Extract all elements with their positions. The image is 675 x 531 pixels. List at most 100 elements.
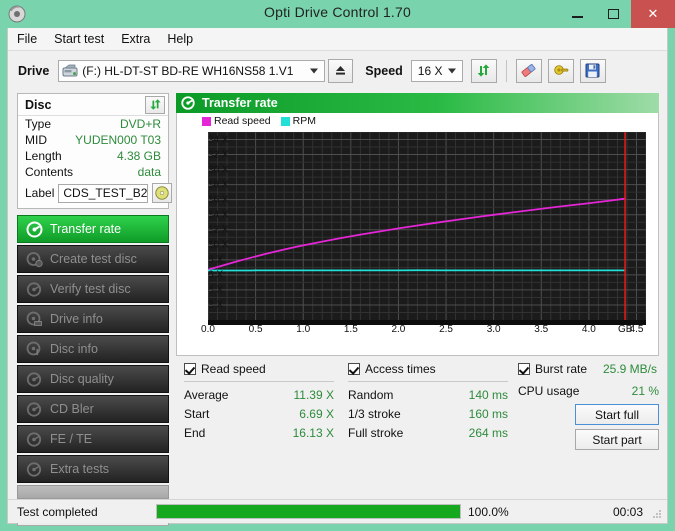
chevron-down-icon <box>310 68 318 73</box>
disc-panel-title: Disc <box>25 98 51 112</box>
chart-y-tick-mark <box>208 275 212 276</box>
chart-legend: Read speed RPM <box>202 115 323 127</box>
burst-rate-checkbox[interactable] <box>518 363 530 375</box>
read-speed-title: Read speed <box>201 362 266 376</box>
chart-y-tick-mark <box>208 305 212 306</box>
drive-select[interactable]: (F:) HL-DT-ST BD-RE WH16NS58 1.V1 <box>58 60 325 82</box>
stat-row-end: End 16.13 X <box>184 424 334 443</box>
disc-panel: Disc Type DVD+R MID YUDEN000 T03 <box>17 93 169 209</box>
access-times-title: Access times <box>365 362 436 376</box>
burst-rate-header[interactable]: Burst rate 25.9 MB/s <box>518 360 659 378</box>
resize-grip[interactable] <box>652 509 663 520</box>
chart-y-tick-mark <box>208 170 212 171</box>
sidebar-item-cd-bler[interactable]: CD Bler <box>17 395 169 423</box>
sidebar-item-transfer-rate[interactable]: Transfer rate <box>17 215 169 243</box>
sidebar-item-verify-test-disc[interactable]: Verify test disc <box>17 275 169 303</box>
minimize-button[interactable] <box>559 0 595 28</box>
stat-key: Average <box>184 386 228 405</box>
close-button[interactable]: ✕ <box>631 0 675 28</box>
sidebar-item-drive-info[interactable]: Drive info <box>17 305 169 333</box>
speed-select[interactable]: 16 X <box>411 60 463 82</box>
create-disc-icon <box>26 251 43 268</box>
gear-icon <box>553 63 569 78</box>
disc-row-value: DVD+R <box>120 117 161 131</box>
disc-label-input[interactable]: CDS_TEST_B2 <box>58 184 148 203</box>
menu-item-file[interactable]: File <box>17 30 46 48</box>
progress-percent-label: 100.0% <box>461 505 538 519</box>
disc-row-length: Length 4.38 GB <box>18 148 168 164</box>
legend-label-read-speed: Read speed <box>214 115 271 127</box>
read-speed-stats: Read speed Average 11.39 X Start 6.69 X … <box>184 360 334 443</box>
chart-x-tick-label: 2.5 <box>439 324 453 335</box>
chart-x-tick-label: 0.5 <box>249 324 263 335</box>
menu-item-start-test[interactable]: Start test <box>54 30 113 48</box>
drive-info-icon <box>26 311 43 328</box>
disc-refresh-button[interactable] <box>145 96 165 114</box>
cpu-usage-key: CPU usage <box>518 382 579 401</box>
elapsed-time-label: 00:03 <box>538 505 667 519</box>
disc-label-button[interactable] <box>152 183 172 203</box>
sidebar-item-extra-tests[interactable]: Extra tests <box>17 455 169 483</box>
navigation-filler <box>17 485 169 499</box>
sidebar-item-disc-info[interactable]: Disc info <box>17 335 169 363</box>
erase-button[interactable] <box>516 59 542 83</box>
sidebar-item-label: Drive info <box>50 312 103 326</box>
tools-button[interactable] <box>548 59 574 83</box>
disc-label-row: Label CDS_TEST_B2 <box>18 180 168 208</box>
chart-y-tick-mark <box>208 200 212 201</box>
status-bar: Test completed 100.0% 00:03 <box>8 499 667 523</box>
burst-rate-stats: Burst rate 25.9 MB/s CPU usage 21 % Star… <box>518 360 659 401</box>
extra-tests-icon <box>26 461 43 478</box>
disc-row-contents: Contents data <box>18 164 168 180</box>
refresh-button[interactable] <box>471 59 497 83</box>
chart-y-tick-mark <box>208 185 212 186</box>
read-speed-checkbox[interactable] <box>184 363 196 375</box>
refresh-icon <box>149 98 162 111</box>
navigation-list: Transfer rate Create test disc <box>17 215 169 499</box>
access-times-checkbox[interactable] <box>348 363 360 375</box>
sidebar-item-label: CD Bler <box>50 402 94 416</box>
chart-x-tick-label: 2.0 <box>391 324 405 335</box>
disc-row-key: Contents <box>25 165 73 179</box>
verify-disc-icon <box>26 281 43 298</box>
chart-y-tick-mark <box>208 155 212 156</box>
start-part-button[interactable]: Start part <box>575 429 659 450</box>
menu-item-help[interactable]: Help <box>167 30 202 48</box>
cd-bler-icon <box>26 401 43 418</box>
statistics-panel: Read speed Average 11.39 X Start 6.69 X … <box>176 360 659 452</box>
disc-row-value: data <box>138 165 161 179</box>
legend-label-rpm: RPM <box>293 115 316 127</box>
left-column: Disc Type DVD+R MID YUDEN000 T03 <box>17 93 169 526</box>
drive-select-value: (F:) HL-DT-ST BD-RE WH16NS58 1.V1 <box>82 64 293 78</box>
speed-label: Speed <box>365 64 403 78</box>
window-client-area: File Start test Extra Help Drive (F:) HL… <box>7 28 668 524</box>
menu-item-extra[interactable]: Extra <box>121 30 159 48</box>
read-speed-header[interactable]: Read speed <box>184 360 334 378</box>
start-full-button[interactable]: Start full <box>575 404 659 425</box>
stat-key: End <box>184 424 205 443</box>
disc-row-type: Type DVD+R <box>18 116 168 132</box>
divider <box>348 381 508 382</box>
maximize-button[interactable] <box>595 0 631 28</box>
disc-label-key: Label <box>25 186 54 200</box>
sidebar-item-create-test-disc[interactable]: Create test disc <box>17 245 169 273</box>
burst-rate-value: 25.9 MB/s <box>603 360 657 378</box>
toolbar-separator <box>506 60 507 82</box>
stat-key: Random <box>348 386 393 405</box>
save-button[interactable] <box>580 59 606 83</box>
access-times-header[interactable]: Access times <box>348 360 508 378</box>
chart-y-tick-mark <box>208 215 212 216</box>
eject-button[interactable] <box>328 59 353 83</box>
speed-select-value: 16 X <box>418 64 443 78</box>
progress-bar <box>156 504 461 519</box>
stat-key: 1/3 stroke <box>348 405 401 424</box>
eject-icon <box>334 64 347 77</box>
chart-x-tick-label: 4.0 <box>582 324 596 335</box>
chart-x-unit-label: GB <box>618 324 632 335</box>
chart-x-tick-label: 3.0 <box>487 324 501 335</box>
stat-row-average: Average 11.39 X <box>184 386 334 405</box>
sidebar-item-fe-te[interactable]: FE / TE <box>17 425 169 453</box>
sidebar-item-disc-quality[interactable]: Disc quality <box>17 365 169 393</box>
transfer-rate-chart: Read speed RPM 2 X4 X6 X8 X10 X12 X14 X1… <box>176 113 659 356</box>
menu-bar: File Start test Extra Help <box>8 28 667 51</box>
